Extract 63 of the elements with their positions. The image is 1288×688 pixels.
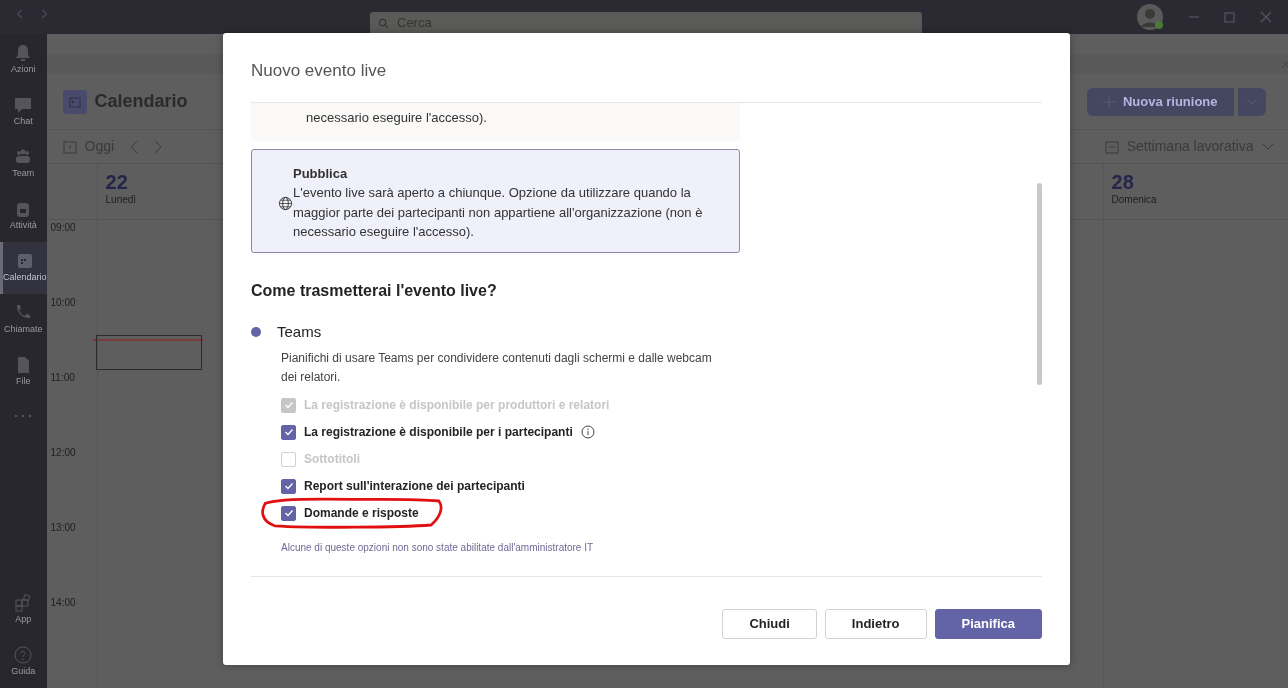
avatar-icon[interactable] (1136, 3, 1164, 31)
hour-label: 10:00 (50, 297, 76, 308)
rail-item[interactable]: File (0, 346, 47, 398)
checkbox[interactable] (281, 424, 296, 440)
checkbox-label: Domande e risposte (304, 505, 419, 523)
hour-label: 13:00 (50, 522, 76, 533)
audience-option[interactable]: necessario eseguire l'accesso). (251, 103, 740, 141)
method-description: Pianifichi di usare Teams per condividere contenuti dagli schermi e dalle webcam dei relatori. (281, 350, 713, 386)
chevron-down-icon (1261, 142, 1274, 151)
search-icon (378, 17, 389, 29)
dialog-button[interactable]: Chiudi (722, 609, 817, 639)
hour-label: 12:00 (50, 447, 76, 458)
help-icon (13, 645, 34, 666)
calendar-icon (62, 89, 87, 114)
day-number: 28 (1111, 172, 1134, 192)
dropdown-button[interactable] (1237, 87, 1266, 116)
info-icon[interactable] (580, 425, 595, 440)
option-description: necessario eseguire l'accesso). (306, 109, 487, 127)
radio-dot[interactable] (251, 326, 261, 337)
close-icon[interactable] (1260, 11, 1272, 23)
dialog-button[interactable]: Indietro (824, 609, 927, 639)
option-title: Pubblica (293, 164, 349, 183)
rail-item[interactable]: Team (0, 138, 47, 190)
calendar-icon (1104, 139, 1119, 154)
hour-label: 11:00 (50, 372, 75, 383)
day-number: 22 (105, 172, 128, 192)
dialog-title: Nuovo evento live (251, 61, 387, 80)
maximize-icon[interactable] (1224, 11, 1236, 23)
section-heading: Come trasmetterai l'evento live? (251, 280, 498, 301)
checkbox[interactable] (281, 505, 296, 521)
rail-item[interactable]: Guida (0, 636, 47, 688)
chevron-down-icon (1245, 98, 1258, 107)
check-icon (283, 481, 294, 492)
hour-label: 09:00 (50, 222, 76, 233)
next-icon[interactable] (154, 139, 163, 154)
schedule-button[interactable]: Pianifica (934, 609, 1042, 639)
globe-icon (278, 195, 293, 211)
rail-item[interactable]: Calendario (0, 242, 47, 294)
rail-item[interactable]: App (0, 584, 47, 636)
rail-item[interactable]: Chat (0, 86, 47, 138)
check-icon (283, 400, 294, 411)
rail-item[interactable]: Chiamate (0, 294, 47, 346)
chat-icon (13, 95, 34, 116)
rail-item[interactable]: Attività (0, 190, 47, 242)
checkbox-label: Report sull'interazione dei partecipanti (304, 478, 525, 496)
option-description: L'evento live sarà aperto a chiunque. Opzione da utilizzare quando la maggior parte dei partecipanti non appartiene all'organizzazione (non è necessario eseguire l'accesso). (293, 184, 704, 241)
checkbox-label: La registrazione è disponibile per produttori e relatori (304, 397, 610, 415)
checkbox-label: Sottotitoli (304, 451, 360, 469)
footnote: Alcune di queste opzioni non sono state abilitate dall'amministratore IT (281, 541, 595, 556)
checkbox-label: La registrazione è disponibile per i partecipanti (304, 424, 573, 442)
previous-icon[interactable] (130, 139, 139, 154)
hour-label: 14:00 (50, 597, 76, 608)
checkbox[interactable] (281, 478, 296, 494)
check-icon (283, 427, 294, 438)
audience-option[interactable]: Pubblica L'evento live sarà aperto a chiunque. Opzione da utilizzare quando la maggior parte dei partecipanti non appartiene all'organizzazione (non è necessario eseguire l'accesso). (251, 148, 740, 253)
calendar-icon (62, 139, 77, 154)
rail-item[interactable]: Azioni (0, 34, 47, 86)
day-name: Domenica (1111, 193, 1157, 207)
scrollbar-thumb[interactable] (1037, 183, 1042, 385)
day-name: Lunedì (105, 193, 137, 207)
radio-option[interactable]: Teams (251, 320, 322, 343)
check-icon (283, 508, 294, 519)
new-meeting-button[interactable]: Nuova riunione (1086, 87, 1234, 116)
